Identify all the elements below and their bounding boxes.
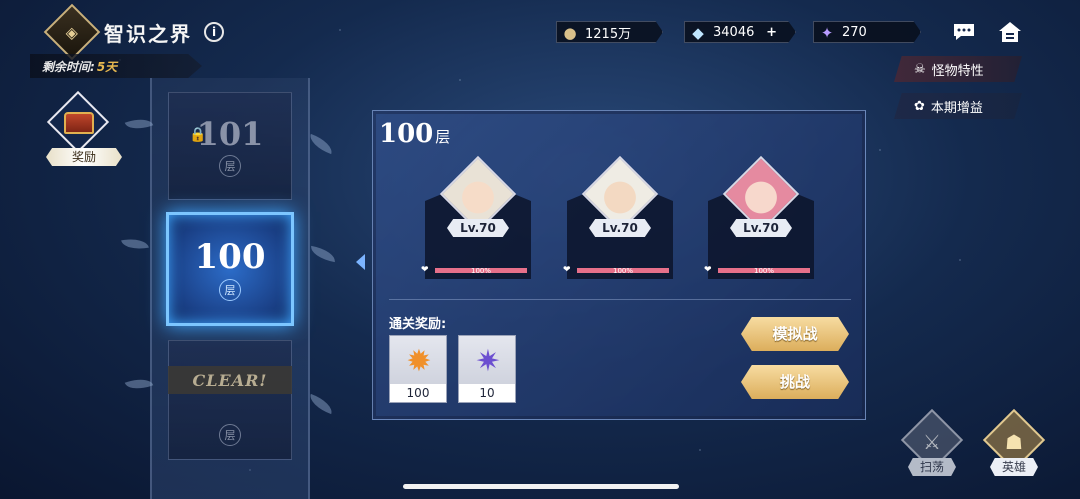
challenge-button[interactable]: 挑战	[741, 365, 849, 399]
remaining-time-label: 剩余时间:	[42, 59, 95, 74]
panel-divider	[389, 299, 851, 300]
info-icon[interactable]: i	[204, 22, 224, 42]
add-crystal-button[interactable]: +	[766, 25, 777, 40]
hp-bar: 100%	[718, 266, 810, 275]
hero-icon: ☗	[1005, 430, 1023, 454]
remaining-time-value: 5天	[96, 59, 118, 74]
floor-detail-panel: 100 层 Lv.70 ❤ 100% Lv.70 ❤ 100% Lv.70 ❤ …	[372, 110, 866, 420]
leaf-ornament	[306, 393, 336, 415]
heart-icon: ❤	[421, 265, 429, 275]
floor-title: 100 层	[379, 119, 450, 149]
floor-99-unit: 层	[219, 424, 241, 446]
period-buff-button[interactable]: ✿ 本期增益	[894, 93, 1022, 119]
enemy-hp: ❤ 100%	[704, 265, 818, 275]
leaf-ornament	[309, 245, 337, 263]
reward-item[interactable]: ✷ 10	[458, 335, 516, 403]
home-indicator[interactable]	[403, 484, 679, 489]
currency-star-shard[interactable]: ✦ 270	[813, 21, 921, 43]
lock-icon: 🔒	[189, 127, 207, 143]
floor-100-number: 100	[194, 237, 266, 277]
skull-icon: ☠	[914, 61, 926, 77]
hero-button[interactable]: ☗ 英雄	[982, 408, 1046, 478]
sun-medal-icon: ✹	[406, 343, 432, 379]
tower-column: 🔒 101 层 100 层 层 CLEAR!	[121, 78, 337, 499]
hero-label: 英雄	[990, 458, 1038, 476]
enemy-level: Lv.70	[447, 219, 509, 237]
hp-bar: 100%	[577, 266, 669, 275]
panel-pointer-icon	[356, 254, 365, 270]
remaining-time-bar: 剩余时间: 5天	[30, 54, 202, 78]
reward-qty: 100	[390, 384, 446, 402]
clear-rewards-label: 通关奖励:	[389, 317, 447, 332]
floor-100-unit: 层	[219, 279, 241, 301]
leaf-ornament	[306, 133, 336, 155]
leaf-ornament	[124, 113, 154, 135]
currency-coin[interactable]: ● 1215万	[556, 21, 663, 43]
simulate-battle-button[interactable]: 模拟战	[741, 317, 849, 351]
leaf-ornament	[124, 373, 154, 395]
sweep-label: 扫荡	[908, 458, 956, 476]
reward-chest-button[interactable]: 奖励	[44, 90, 124, 168]
hp-bar: 100%	[435, 266, 527, 275]
buff-icon: ✿	[914, 98, 925, 114]
enemy-card[interactable]: Lv.70 ❤ 100%	[563, 155, 677, 283]
treasure-chest-icon	[64, 112, 94, 134]
enemy-card[interactable]: Lv.70 ❤ 100%	[704, 155, 818, 283]
reward-item[interactable]: ✹ 100	[389, 335, 447, 403]
floor-101-unit: 层	[219, 155, 241, 177]
coin-icon: ●	[563, 24, 577, 42]
currency-coin-value: 1215万	[585, 26, 632, 42]
currency-crystal[interactable]: ◆ 34046 +	[684, 21, 796, 43]
floor-101[interactable]: 🔒 101 层	[168, 92, 292, 200]
period-buff-label: 本期增益	[930, 100, 983, 116]
clear-badge: CLEAR!	[168, 366, 292, 394]
floor-title-unit: 层	[435, 128, 451, 146]
currency-star-shard-value: 270	[842, 24, 867, 40]
leaf-ornament	[121, 235, 149, 253]
floor-99[interactable]: 层	[168, 340, 292, 460]
heart-icon: ❤	[563, 265, 571, 275]
floor-101-number: 101	[196, 115, 264, 153]
home-icon[interactable]	[997, 20, 1023, 44]
enemy-hp: ❤ 100%	[563, 265, 677, 275]
star-shard-icon: ✷	[475, 343, 501, 379]
star-shard-icon: ✦	[820, 24, 834, 42]
realm-emblem-icon: ◈	[43, 3, 101, 61]
enemy-level: Lv.70	[589, 219, 651, 237]
reward-label: 奖励	[46, 148, 122, 166]
chat-icon[interactable]	[951, 20, 977, 44]
page-title: 智识之界	[104, 21, 192, 46]
reward-qty: 10	[459, 384, 515, 402]
hp-percent: 100%	[612, 266, 633, 275]
monster-traits-button[interactable]: ☠ 怪物特性	[894, 56, 1022, 82]
floor-100[interactable]: 100 层	[166, 212, 294, 326]
heart-icon: ❤	[704, 265, 712, 275]
enemy-card[interactable]: Lv.70 ❤ 100%	[421, 155, 535, 283]
enemy-hp: ❤ 100%	[421, 265, 535, 275]
hp-percent: 100%	[470, 266, 491, 275]
currency-crystal-value: 34046	[713, 24, 755, 40]
sweep-button[interactable]: ⚔ 扫荡	[900, 408, 964, 478]
hp-percent: 100%	[753, 266, 774, 275]
sweep-icon: ⚔	[923, 430, 941, 454]
enemy-level: Lv.70	[730, 219, 792, 237]
monster-traits-label: 怪物特性	[931, 63, 984, 79]
header: ◈ 智识之界 i	[43, 3, 224, 61]
crystal-icon: ◆	[692, 24, 704, 42]
floor-title-number: 100	[379, 119, 434, 149]
